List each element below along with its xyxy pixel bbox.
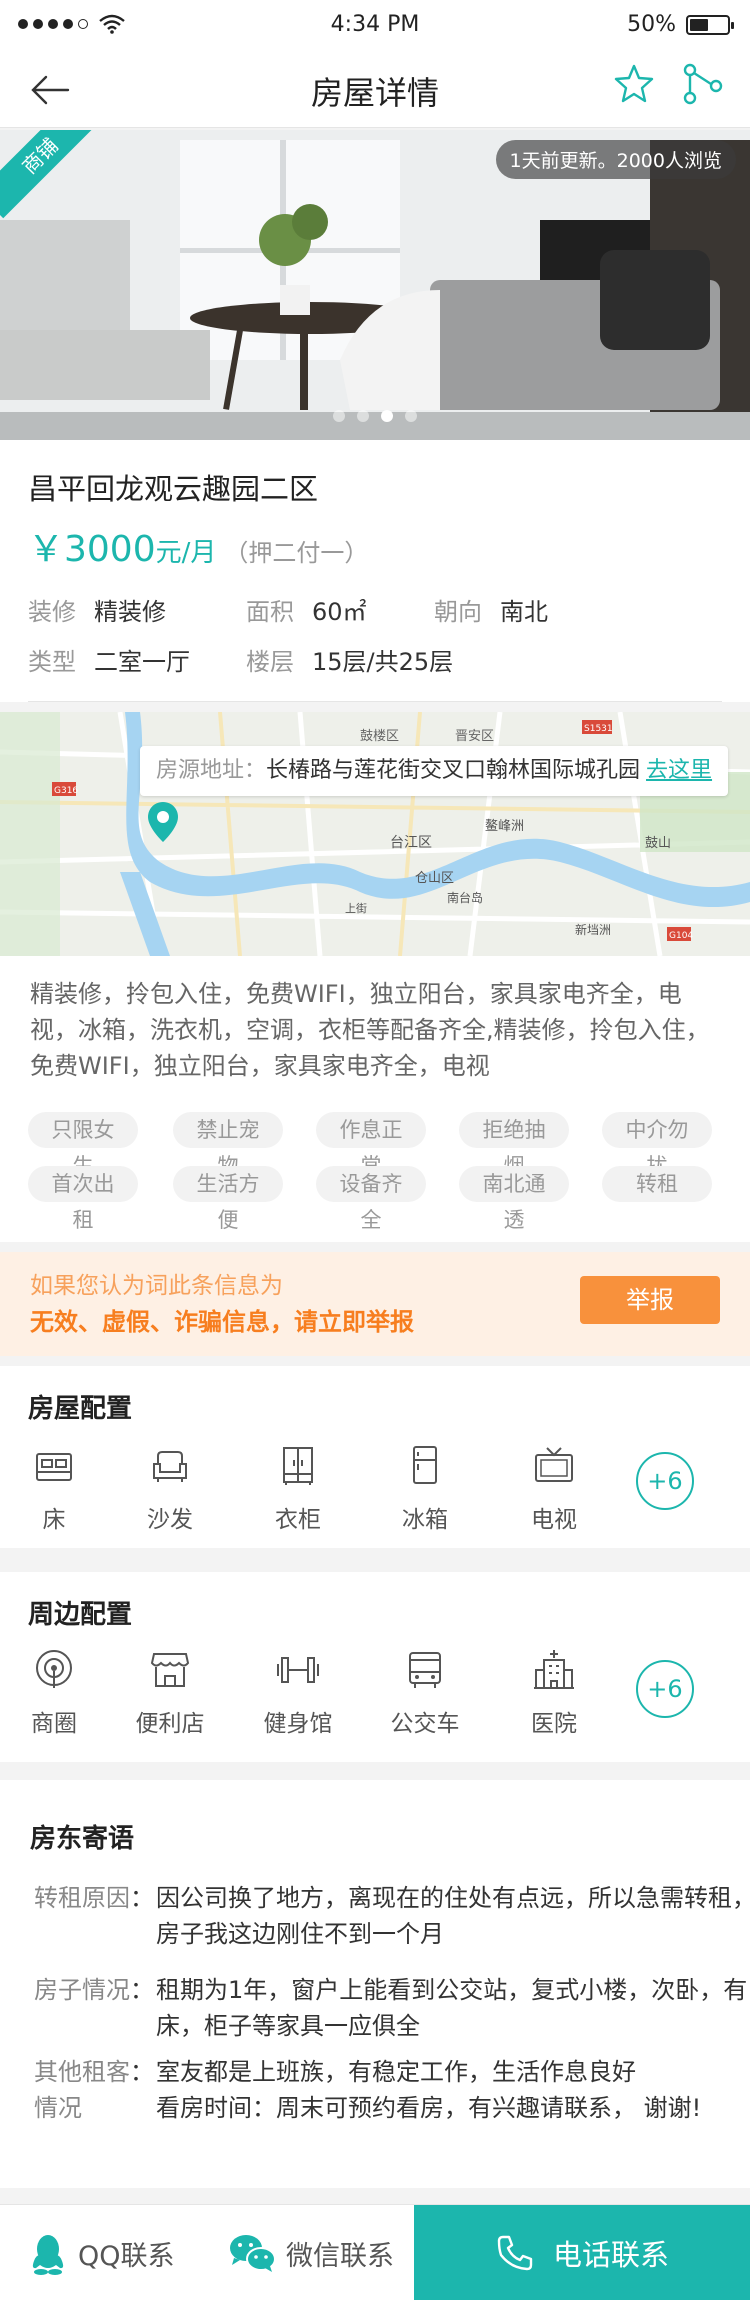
map-road-s1531: S1531 [584,724,613,734]
map-label-aofeng: 鳌峰洲 [485,818,524,834]
hospital-icon [534,1650,574,1689]
bed-icon [36,1453,72,1481]
gym-icon [277,1657,319,1683]
tag: 生活方便 [173,1166,283,1232]
phone-contact-button[interactable]: 电话联系 [414,2205,750,2300]
address-label: 房源地址： [156,758,267,783]
nearby-business: 商圈 [9,1648,99,1738]
contact-bar: QQ联系 微信联系 电话联系 [0,2204,750,2300]
map-label-gulou: 鼓楼区 [360,729,399,744]
tag: 转租 [602,1166,712,1202]
nearby-store: 便利店 [125,1648,215,1738]
facility-tv: 电视 [509,1444,599,1534]
qq-contact-button[interactable]: QQ联系 [28,2205,175,2300]
business-district-icon [36,1650,72,1688]
tag: 作息正常 [316,1112,426,1178]
listing-name: 昌平回龙观云趣园二区 [28,472,319,506]
wardrobe-icon [283,1447,313,1485]
tv-icon [535,1447,573,1482]
nearby-gym: 健身馆 [253,1648,343,1738]
battery-icon [686,14,734,35]
tag: 设备齐全 [316,1166,426,1232]
wechat-contact-button[interactable]: 微信联系 [228,2205,394,2300]
carousel-dot[interactable] [357,410,369,422]
map-label-shangjie: 上街 [345,901,367,915]
map-label-nantai: 南台岛 [447,890,483,905]
description-section: 精装修，拎包入住，免费WIFI，独立阳台，家具家电齐全，电视，冰箱，洗衣机，空调… [0,956,750,1242]
room-photo-carousel[interactable]: 商铺 1天前更新。2000人浏览 [0,130,750,440]
battery-percent: 50% [627,12,676,37]
map-road-g316: G316 [54,786,78,796]
nearby-more-button[interactable]: +6 [636,1660,694,1718]
map-label-jinan: 晋安区 [455,729,494,744]
share-icon[interactable] [680,62,724,106]
facilities-more-button[interactable]: +6 [636,1452,694,1510]
tag: 拒绝抽烟 [459,1112,569,1178]
facility-wardrobe: 衣柜 [253,1444,343,1534]
address-value: 长椿路与莲花街交叉口翰林国际城孔园 [266,758,641,783]
address-card: 房源地址：长椿路与莲花街交叉口翰林国际城孔园 去这里 [140,746,729,796]
landlord-notes-section: 房东寄语 转租原因：因公司换了地方，离现在的住处有点远，所以急需转租，房子我这边… [0,1780,750,2188]
nearby-hospital: 医院 [509,1648,599,1738]
wechat-icon [230,2235,276,2272]
attr-type: 类型 二室一厅 [28,648,190,676]
facilities-title: 房屋配置 [28,1394,133,1424]
report-warning: 无效、虚假、诈骗信息，请立即举报 [30,1308,414,1336]
store-icon [150,1653,190,1687]
phone-icon [497,2235,533,2271]
status-bar: 4:34 PM 50% [0,0,750,50]
map-label-taijiang: 台江区 [390,835,432,851]
carousel-dot[interactable] [333,410,345,422]
map-label-cangshan: 仓山区 [415,871,454,886]
location-map[interactable]: 鼓楼区 晋安区 台江区 鳌峰洲 仓山区 南台岛 新垱洲 鼓山 上街 S1531 … [0,712,750,956]
navigate-link[interactable]: 去这里 [646,758,712,783]
nearby-bus: 公交车 [380,1648,470,1738]
carousel-dots[interactable] [0,410,750,422]
landlord-title: 房东寄语 [30,1824,135,1854]
bus-icon [409,1652,441,1688]
tag: 南北通透 [459,1166,569,1232]
price-unit: 元/月 [155,538,217,568]
description-text: 精装修，拎包入住，免费WIFI，独立阳台，家具家电齐全，电视，冰箱，洗衣机，空调… [30,980,710,1080]
fridge-icon [413,1446,437,1484]
facility-bed: 床 [9,1444,99,1534]
map-label-xindang: 新垱洲 [575,922,611,937]
divider [28,701,722,702]
tag: 首次出租 [28,1166,138,1232]
tag: 只限女生 [28,1112,138,1178]
nearby-title: 周边配置 [28,1600,133,1630]
star-icon[interactable] [612,62,656,106]
facility-sofa: 沙发 [125,1444,215,1534]
nav-bar: 房屋详情 [0,50,750,128]
map-road-g104: G104 [669,931,693,941]
carousel-dot[interactable] [405,410,417,422]
tag: 中介勿扰 [602,1112,712,1178]
update-badge: 1天前更新。2000人浏览 [495,140,736,179]
report-button[interactable]: 举报 [580,1276,720,1324]
carousel-dot[interactable] [381,410,393,422]
map-pin-icon [148,802,178,842]
map-label-gushan: 鼓山 [645,836,671,851]
report-banner: 如果您认为词此条信息为 无效、虚假、诈骗信息，请立即举报 举报 [0,1252,750,1356]
listing-price: ￥3000元/月 （押二付一） [28,520,368,572]
report-hint: 如果您认为词此条信息为 [30,1273,283,1299]
price-value: ￥3000 [28,529,156,570]
attr-decoration: 装修 精装修 [28,598,166,626]
facility-fridge: 冰箱 [380,1444,470,1534]
facilities-section: 房屋配置 床 沙发 衣柜 冰箱 电视 +6 [0,1366,750,1548]
attr-orientation: 朝向 南北 [434,598,548,626]
attr-floor: 楼层 15层/共25层 [246,648,454,676]
attr-area: 面积 60㎡ [246,598,367,626]
nearby-section: 周边配置 商圈 便利店 健身馆 公交车 医院 +6 [0,1572,750,1762]
qq-icon [32,2235,64,2275]
listing-info: 昌平回龙观云趣园二区 ￥3000元/月 （押二付一） 装修 精装修 面积 60㎡ 朝向… [0,440,750,702]
deposit-terms: （押二付一） [224,539,369,567]
sofa-icon [153,1451,187,1482]
tag: 禁止宠物 [173,1112,283,1178]
